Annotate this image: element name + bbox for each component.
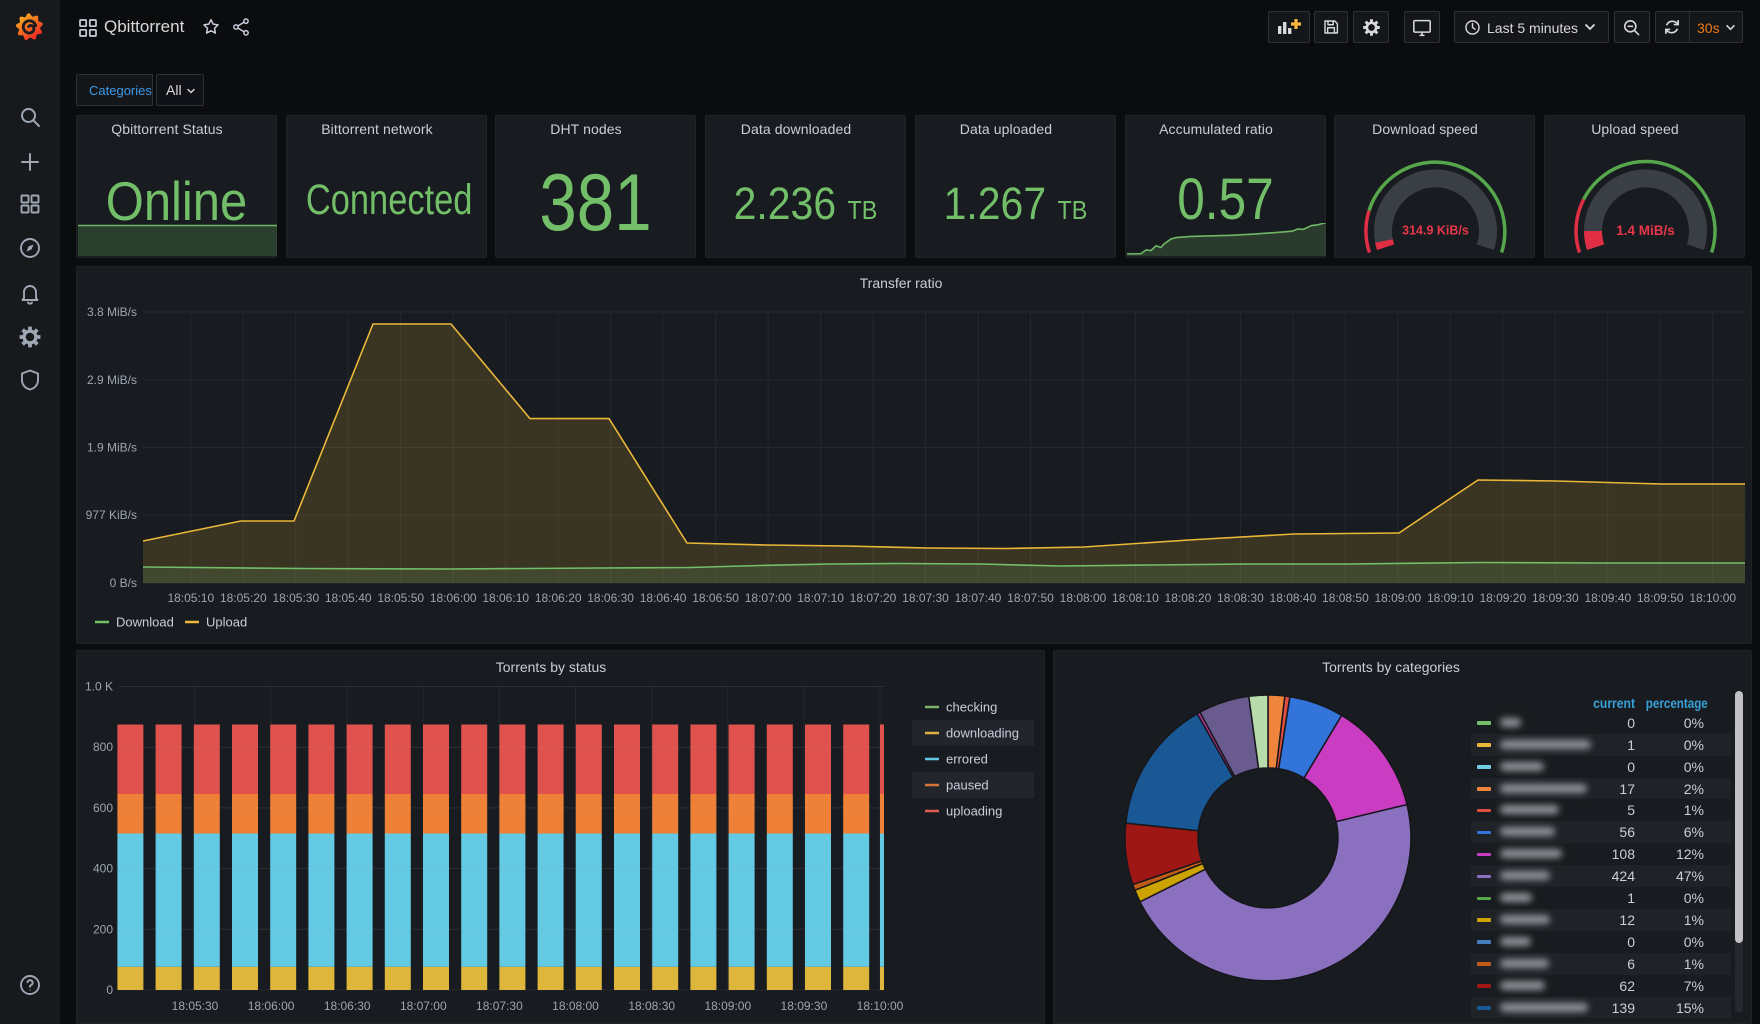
svg-text:18:05:50: 18:05:50 (377, 591, 424, 605)
svg-text:Download: Download (116, 615, 174, 630)
svg-text:18:09:10: 18:09:10 (1427, 591, 1474, 605)
svg-text:18:08:00: 18:08:00 (552, 999, 599, 1013)
svg-text:977 KiB/s: 977 KiB/s (86, 508, 137, 522)
svg-text:18:08:40: 18:08:40 (1270, 591, 1317, 605)
svg-text:18:06:00: 18:06:00 (430, 591, 477, 605)
svg-text:18:05:30: 18:05:30 (172, 999, 219, 1013)
svg-text:18:09:30: 18:09:30 (781, 999, 828, 1013)
svg-text:18:07:30: 18:07:30 (902, 591, 949, 605)
svg-text:18:07:10: 18:07:10 (797, 591, 844, 605)
svg-text:18:09:20: 18:09:20 (1479, 591, 1526, 605)
svg-text:18:06:50: 18:06:50 (692, 591, 739, 605)
svg-text:200: 200 (93, 922, 113, 936)
svg-text:18:08:20: 18:08:20 (1165, 591, 1212, 605)
svg-text:errored: errored (946, 752, 988, 767)
svg-text:uploading: uploading (946, 804, 1002, 819)
svg-text:18:05:10: 18:05:10 (167, 591, 214, 605)
svg-text:3.8 MiB/s: 3.8 MiB/s (87, 305, 137, 319)
svg-text:18:08:00: 18:08:00 (1060, 591, 1107, 605)
svg-text:18:07:50: 18:07:50 (1007, 591, 1054, 605)
svg-text:18:05:20: 18:05:20 (220, 591, 267, 605)
svg-text:18:10:00: 18:10:00 (857, 999, 904, 1013)
svg-text:18:09:30: 18:09:30 (1532, 591, 1579, 605)
svg-text:18:06:10: 18:06:10 (482, 591, 529, 605)
svg-text:18:10:00: 18:10:00 (1689, 591, 1736, 605)
svg-text:18:07:40: 18:07:40 (955, 591, 1002, 605)
svg-text:314.9 KiB/s: 314.9 KiB/s (1402, 224, 1469, 238)
svg-text:paused: paused (946, 778, 989, 793)
svg-text:400: 400 (93, 862, 113, 876)
svg-text:18:08:50: 18:08:50 (1322, 591, 1369, 605)
svg-text:18:09:50: 18:09:50 (1637, 591, 1684, 605)
svg-text:18:08:30: 18:08:30 (628, 999, 675, 1013)
svg-text:0: 0 (106, 983, 113, 997)
svg-text:1.4 MiB/s: 1.4 MiB/s (1616, 223, 1675, 238)
svg-text:18:05:30: 18:05:30 (272, 591, 319, 605)
svg-text:2.9 MiB/s: 2.9 MiB/s (87, 373, 137, 387)
svg-text:18:07:00: 18:07:00 (400, 999, 447, 1013)
svg-text:Upload: Upload (206, 615, 247, 630)
svg-text:18:06:30: 18:06:30 (587, 591, 634, 605)
svg-text:18:06:00: 18:06:00 (248, 999, 295, 1013)
svg-text:downloading: downloading (946, 726, 1019, 741)
svg-text:18:06:40: 18:06:40 (640, 591, 687, 605)
svg-text:1.0 K: 1.0 K (85, 680, 113, 694)
svg-text:18:07:00: 18:07:00 (745, 591, 792, 605)
svg-text:18:07:30: 18:07:30 (476, 999, 523, 1013)
svg-text:0 B/s: 0 B/s (110, 576, 137, 590)
svg-text:18:08:30: 18:08:30 (1217, 591, 1264, 605)
svg-text:18:06:20: 18:06:20 (535, 591, 582, 605)
svg-text:18:09:40: 18:09:40 (1584, 591, 1631, 605)
svg-text:800: 800 (93, 740, 113, 754)
svg-text:18:08:10: 18:08:10 (1112, 591, 1159, 605)
svg-text:18:05:40: 18:05:40 (325, 591, 372, 605)
svg-text:600: 600 (93, 801, 113, 815)
svg-text:18:07:20: 18:07:20 (850, 591, 897, 605)
svg-text:checking: checking (946, 700, 997, 715)
svg-text:1.9 MiB/s: 1.9 MiB/s (87, 441, 137, 455)
svg-text:18:09:00: 18:09:00 (1374, 591, 1421, 605)
svg-text:18:06:30: 18:06:30 (324, 999, 371, 1013)
svg-text:18:09:00: 18:09:00 (704, 999, 751, 1013)
